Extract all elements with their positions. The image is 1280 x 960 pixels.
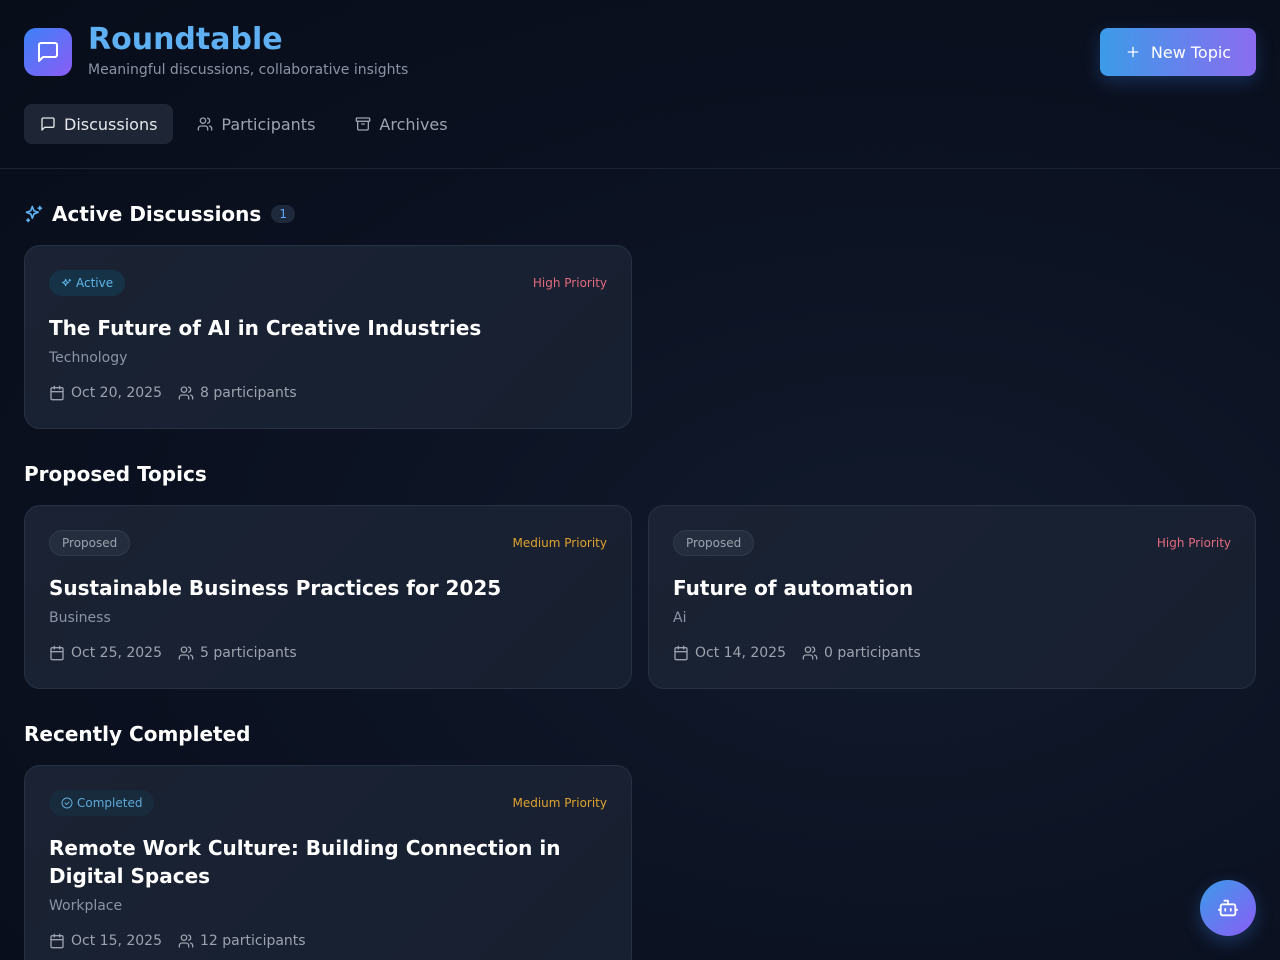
- card-participants: 0 participants: [824, 645, 921, 661]
- status-label: Completed: [77, 796, 143, 810]
- users-icon: [178, 646, 194, 660]
- message-square-icon: [41, 117, 55, 131]
- archive-icon: [356, 117, 371, 131]
- plus-icon: [1127, 46, 1139, 58]
- tab-label: Discussions: [64, 114, 158, 134]
- card-category: Workplace: [49, 898, 123, 914]
- assistant-fab-button[interactable]: [1200, 880, 1256, 936]
- section-proposed-topics: Proposed Topics: [24, 462, 207, 486]
- new-topic-button[interactable]: New Topic: [1100, 28, 1256, 76]
- count-badge: 1: [271, 205, 295, 223]
- card-category: Ai: [673, 610, 687, 626]
- priority-label: High Priority: [1156, 536, 1231, 550]
- tab-participants[interactable]: Participants: [181, 104, 331, 144]
- section-active-discussions: Active Discussions 1: [24, 202, 295, 226]
- card-date: Oct 25, 2025: [71, 645, 162, 661]
- calendar-icon: [50, 933, 64, 949]
- priority-label: Medium Priority: [512, 536, 607, 550]
- status-badge: Proposed: [673, 530, 755, 556]
- status-badge: Active: [49, 270, 126, 296]
- card-meta: Oct 15, 2025 12 participants: [49, 933, 322, 949]
- card-category: Technology: [49, 350, 128, 366]
- calendar-icon: [674, 645, 688, 661]
- priority-label: High Priority: [532, 276, 607, 290]
- sparkles-icon: [25, 205, 43, 223]
- status-badge: Completed: [49, 790, 155, 816]
- date-item: Oct 20, 2025: [49, 385, 162, 401]
- participants-item: 0 participants: [802, 645, 921, 661]
- card-title: Future of automation: [673, 576, 914, 600]
- status-label: Proposed: [62, 536, 118, 550]
- card-title: The Future of AI in Creative Industries: [49, 316, 482, 340]
- bot-icon: [1217, 899, 1239, 917]
- card-date: Oct 15, 2025: [71, 933, 162, 949]
- priority-label: Medium Priority: [512, 796, 607, 810]
- users-icon: [802, 646, 818, 660]
- card-date: Oct 14, 2025: [695, 645, 786, 661]
- status-label: Proposed: [686, 536, 742, 550]
- participants-item: 12 participants: [178, 933, 306, 949]
- tab-discussions[interactable]: Discussions: [24, 104, 174, 144]
- date-item: Oct 14, 2025: [673, 645, 786, 661]
- calendar-icon: [50, 385, 64, 401]
- main-tabs: Discussions Participants Archives: [24, 104, 472, 144]
- app-subtitle: Meaningful discussions, collaborative in…: [88, 62, 409, 78]
- section-title: Proposed Topics: [24, 462, 207, 486]
- check-circle-icon: [61, 797, 73, 809]
- card-meta: Oct 25, 2025 5 participants: [49, 645, 313, 661]
- participants-item: 8 participants: [178, 385, 297, 401]
- card-participants: 8 participants: [200, 385, 297, 401]
- discussion-card-proposed-2[interactable]: Proposed High Priority Future of automat…: [648, 505, 1256, 689]
- app-logo: [24, 28, 72, 76]
- tab-archives[interactable]: Archives: [339, 104, 463, 144]
- card-title: Sustainable Business Practices for 2025: [49, 576, 502, 600]
- section-title: Active Discussions: [52, 202, 262, 226]
- card-meta: Oct 14, 2025 0 participants: [673, 645, 937, 661]
- app-title: Roundtable: [88, 22, 283, 57]
- card-participants: 5 participants: [200, 645, 297, 661]
- tab-label: Archives: [379, 114, 448, 134]
- tab-label: Participants: [221, 114, 316, 134]
- card-category: Business: [49, 610, 111, 626]
- users-icon: [178, 386, 194, 400]
- app-header: Roundtable Meaningful discussions, colla…: [0, 0, 1280, 169]
- participants-item: 5 participants: [178, 645, 297, 661]
- discussion-card-proposed-1[interactable]: Proposed Medium Priority Sustainable Bus…: [24, 505, 632, 689]
- card-meta: Oct 20, 2025 8 participants: [49, 385, 313, 401]
- discussion-card-active[interactable]: Active High Priority The Future of AI in…: [24, 245, 632, 429]
- discussion-card-completed[interactable]: Completed Medium Priority Remote Work Cu…: [24, 765, 632, 960]
- section-recently-completed: Recently Completed: [24, 722, 250, 746]
- status-label: Active: [76, 276, 114, 290]
- card-date: Oct 20, 2025: [71, 385, 162, 401]
- users-icon: [198, 117, 213, 131]
- date-item: Oct 25, 2025: [49, 645, 162, 661]
- calendar-icon: [50, 645, 64, 661]
- card-participants: 12 participants: [200, 933, 306, 949]
- users-icon: [178, 934, 194, 948]
- new-topic-label: New Topic: [1150, 42, 1232, 62]
- card-title: Remote Work Culture: Building Connection…: [49, 836, 561, 888]
- section-title: Recently Completed: [24, 722, 251, 746]
- message-square-icon: [38, 42, 58, 62]
- sparkles-icon: [61, 278, 72, 286]
- date-item: Oct 15, 2025: [49, 933, 162, 949]
- status-badge: Proposed: [49, 530, 131, 556]
